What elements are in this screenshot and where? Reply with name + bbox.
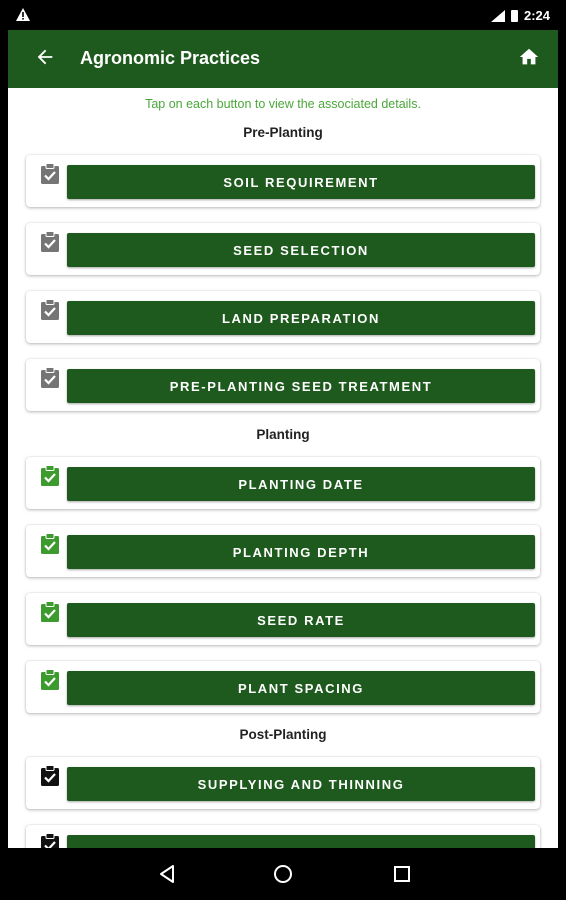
nav-back-icon[interactable] xyxy=(156,862,180,886)
section-heading: Post-Planting xyxy=(239,727,327,742)
practice-card: LAND PREPARATION xyxy=(26,291,540,343)
arrow-back-icon[interactable] xyxy=(34,46,56,68)
section-heading: Planting xyxy=(256,427,310,442)
practice-button[interactable]: SEED SELECTION xyxy=(67,233,535,267)
practice-button[interactable]: PLANT SPACING xyxy=(67,671,535,705)
practice-card: SOIL REQUIREMENT xyxy=(26,155,540,207)
clipboard-check-icon xyxy=(40,231,60,253)
app-bar: Agronomic Practices xyxy=(8,30,558,88)
status-bar: 2:24 xyxy=(8,0,558,30)
practice-button[interactable]: LAND PREPARATION xyxy=(67,301,535,335)
practice-card: SEED SELECTION xyxy=(26,223,540,275)
battery-icon xyxy=(510,9,518,22)
practice-button[interactable]: PLANTING DEPTH xyxy=(67,535,535,569)
practice-button[interactable]: PRE-PLANTING SEED TREATMENT xyxy=(67,369,535,403)
signal-icon xyxy=(490,9,505,22)
warning-icon xyxy=(16,8,30,24)
practice-card: PLANT SPACING xyxy=(26,661,540,713)
practice-button[interactable]: SEED RATE xyxy=(67,603,535,637)
clipboard-check-icon xyxy=(40,601,60,623)
practice-button[interactable]: SUPPLYING AND THINNING xyxy=(67,767,535,801)
clipboard-check-icon xyxy=(40,669,60,691)
nav-recents-icon[interactable] xyxy=(390,862,414,886)
status-time: 2:24 xyxy=(523,8,550,23)
practice-card: PLANTING DATE xyxy=(26,457,540,509)
clipboard-check-icon xyxy=(40,533,60,555)
section-heading: Pre-Planting xyxy=(243,125,323,140)
clipboard-check-icon xyxy=(40,163,60,185)
nav-home-icon[interactable] xyxy=(271,862,295,886)
clipboard-check-icon xyxy=(40,765,60,787)
practice-card: SUPPLYING AND THINNING xyxy=(26,757,540,809)
status-right: 2:24 xyxy=(490,8,550,23)
phone-screen: 2:24 Agronomic Practices Tap on each but… xyxy=(8,0,558,900)
practice-button[interactable]: SOIL REQUIREMENT xyxy=(67,165,535,199)
clipboard-check-icon xyxy=(40,299,60,321)
instruction-text: Tap on each button to view the associate… xyxy=(145,97,421,111)
practice-card: SEED RATE xyxy=(26,593,540,645)
practices-list: Tap on each button to view the associate… xyxy=(8,88,558,877)
practice-card: PRE-PLANTING SEED TREATMENT xyxy=(26,359,540,411)
page-title: Agronomic Practices xyxy=(80,48,261,68)
practice-button[interactable]: PLANTING DATE xyxy=(67,467,535,501)
clipboard-check-icon xyxy=(40,465,60,487)
clipboard-check-icon xyxy=(40,367,60,389)
system-nav-bar xyxy=(8,848,558,900)
practice-card: PLANTING DEPTH xyxy=(26,525,540,577)
home-icon[interactable] xyxy=(518,46,540,68)
